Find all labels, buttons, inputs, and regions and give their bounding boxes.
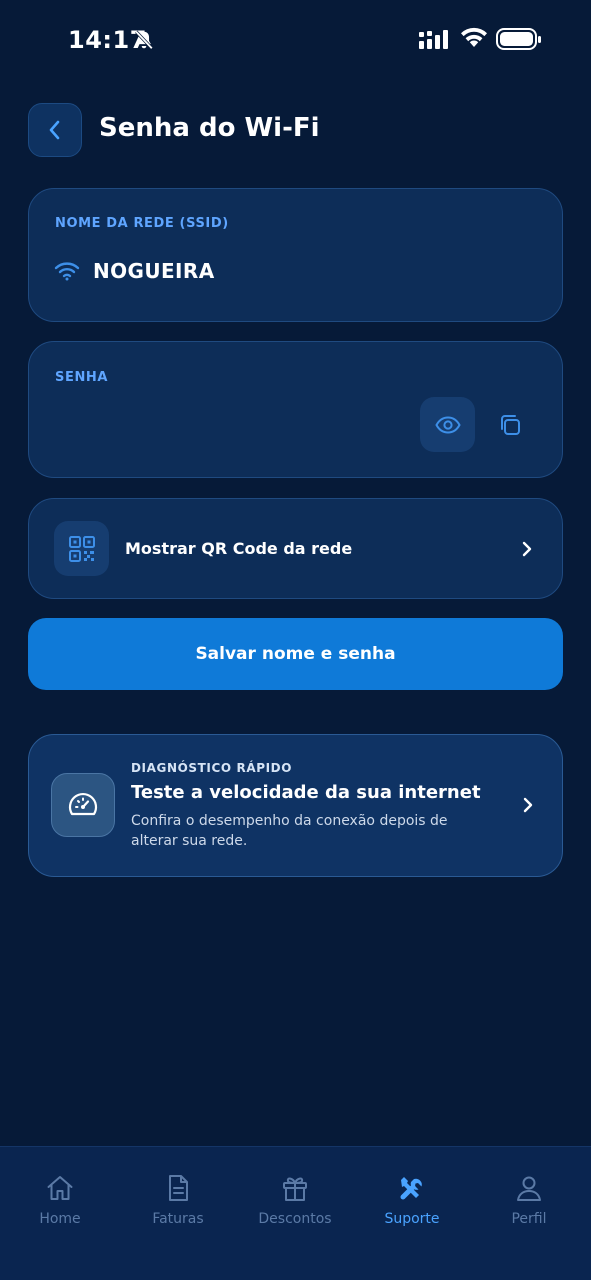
document-icon [169, 1175, 188, 1201]
wifi-icon [461, 27, 487, 47]
ssid-label: NOME DA REDE (SSID) [55, 216, 229, 231]
chevron-right-icon [522, 541, 532, 557]
battery-icon [496, 28, 541, 50]
speedometer-icon [68, 793, 98, 816]
nav-label-faturas: Faturas [152, 1211, 204, 1227]
bell-off-icon [135, 30, 153, 50]
wifi-icon [54, 262, 80, 281]
home-icon [47, 1176, 73, 1200]
nav-label-descontos: Descontos [258, 1211, 332, 1227]
nav-label-perfil: Perfil [511, 1211, 547, 1227]
page-title: Senha do Wi-Fi [99, 113, 320, 143]
qr-code-tile [54, 521, 109, 576]
back-button[interactable] [28, 103, 82, 157]
ssid-value[interactable]: NOGUEIRA [93, 259, 215, 283]
nav-item-descontos[interactable]: Descontos [245, 1173, 345, 1233]
qr-code-icon [68, 535, 95, 562]
copy-password-button[interactable] [495, 410, 525, 440]
password-card: SENHA [28, 341, 563, 478]
chevron-right-icon [523, 797, 533, 813]
speed-test-description: Confira o desempenho da conexão depois d… [131, 813, 448, 849]
speed-test-title: Teste a velocidade da sua internet [131, 782, 481, 803]
save-button[interactable]: Salvar nome e senha [28, 618, 563, 690]
nav-label-suporte: Suporte [384, 1211, 440, 1227]
show-qr-code-label: Mostrar QR Code da rede [125, 539, 353, 558]
ssid-card: NOME DA REDE (SSID) NOGUEIRA [28, 188, 563, 322]
copy-icon [501, 415, 520, 435]
tools-icon [400, 1177, 422, 1200]
eye-icon [434, 415, 461, 434]
show-password-button[interactable] [420, 397, 475, 452]
speed-test-tile [51, 773, 115, 837]
nav-item-home[interactable]: Home [10, 1173, 110, 1233]
speed-test-card[interactable]: DIAGNÓSTICO RÁPIDO Teste a velocidade da… [28, 734, 563, 877]
nav-item-faturas[interactable]: Faturas [128, 1173, 228, 1233]
nav-item-suporte[interactable]: Suporte [362, 1173, 462, 1233]
wifi-password-screen: 14:17 Senha do Wi-Fi NOME DA REDE (SSID)… [0, 0, 591, 1280]
bottom-nav: Home Faturas Descontos Suporte Perfil [0, 1146, 591, 1280]
gift-icon [283, 1177, 307, 1201]
cellular-signal-icon [419, 30, 448, 49]
speed-test-eyebrow: DIAGNÓSTICO RÁPIDO [131, 761, 293, 775]
status-bar: 14:17 [0, 0, 591, 80]
chevron-left-icon [49, 120, 60, 140]
nav-label-home: Home [39, 1211, 81, 1227]
nav-item-perfil[interactable]: Perfil [479, 1173, 579, 1233]
password-label: SENHA [55, 370, 109, 385]
user-icon [517, 1176, 541, 1201]
show-qr-code-row[interactable]: Mostrar QR Code da rede [28, 498, 563, 599]
